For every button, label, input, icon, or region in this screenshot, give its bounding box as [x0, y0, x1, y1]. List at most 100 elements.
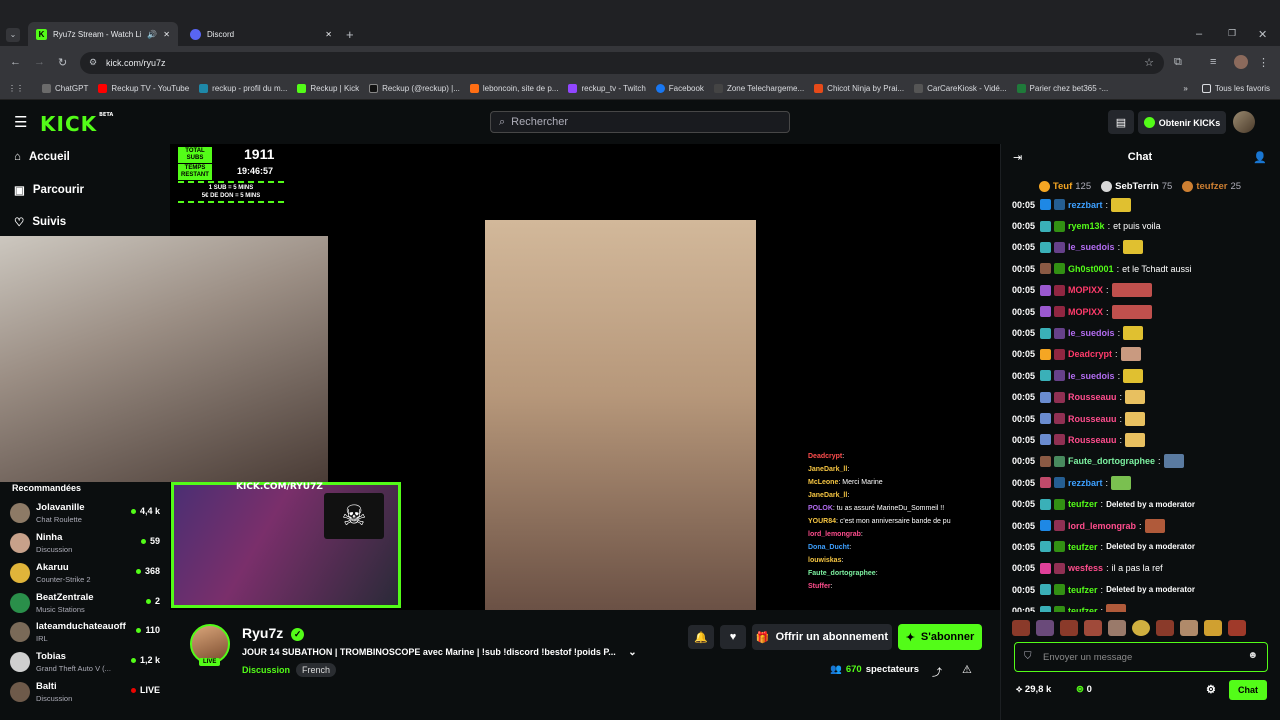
all-favorites[interactable]: Tous les favoris	[1201, 84, 1270, 93]
notification-bell-icon[interactable]: 🔔	[688, 625, 714, 649]
chat-username[interactable]: teufzer	[1068, 606, 1098, 612]
recommended-channel[interactable]: Akaruu Counter-Strike 2 368	[10, 560, 160, 588]
bookmark-kick[interactable]: Reckup | Kick	[297, 84, 359, 93]
language-tag[interactable]: French	[296, 663, 337, 677]
report-icon[interactable]: ⚠	[962, 663, 972, 676]
emote-icon[interactable]	[1180, 620, 1198, 636]
emote-icon[interactable]	[1108, 620, 1126, 636]
send-chat-button[interactable]: Chat	[1229, 680, 1267, 700]
more-bookmarks-icon[interactable]: »	[1183, 84, 1187, 93]
nav-following[interactable]: ♡ Suivis	[14, 215, 66, 229]
get-kicks-button[interactable]: Obtenir KICKs	[1138, 111, 1226, 134]
chat-username[interactable]: MOPIXX	[1068, 307, 1103, 317]
recommended-channel[interactable]: Ninha Discussion 59	[10, 530, 160, 558]
emote-icon[interactable]	[1084, 620, 1102, 636]
site-info-icon[interactable]: ⚙	[89, 57, 97, 68]
bookmark-leboncoin[interactable]: leboncoin, site de p...	[469, 84, 558, 93]
recommended-channel[interactable]: Jolavanille Chat Roulette 4,4 k	[10, 500, 160, 528]
emote-icon[interactable]	[1156, 620, 1174, 636]
channel-points[interactable]: ⟡ 29,8 k	[1016, 684, 1051, 695]
emote-icon[interactable]	[1132, 620, 1150, 636]
chat-username[interactable]: Deadcrypt	[1068, 349, 1112, 359]
bookmark-chicot[interactable]: Chicot Ninja by Prai...	[814, 84, 904, 93]
user-avatar[interactable]	[1233, 111, 1255, 133]
url-input[interactable]: ⚙ kick.com/ryu7z ☆	[80, 52, 1164, 74]
chat-username[interactable]: Faute_dortographee	[1068, 456, 1155, 466]
emote-icon[interactable]	[1012, 620, 1030, 636]
settings-gear-icon[interactable]: ⚙	[1206, 683, 1216, 696]
collapse-chat-icon[interactable]: ⇥	[1013, 151, 1022, 164]
chat-username[interactable]: le_suedois	[1068, 242, 1115, 252]
kick-logo[interactable]: KICK BETA	[40, 112, 113, 136]
recommended-channel[interactable]: Tobias Grand Theft Auto V (... 1,2 k	[10, 649, 160, 677]
tab-search-icon[interactable]: ⌄	[6, 28, 20, 42]
gifter[interactable]: teufzer 25	[1182, 178, 1241, 194]
category-link[interactable]: Discussion	[242, 665, 290, 675]
gifter[interactable]: SebTerrin 75	[1101, 178, 1172, 194]
chat-username[interactable]: rezzbart	[1068, 478, 1103, 488]
chat-username[interactable]: Rousseauu	[1068, 392, 1117, 402]
emote-icon[interactable]	[1036, 620, 1054, 636]
profile-avatar[interactable]	[1234, 55, 1248, 69]
bookmark-chatgpt[interactable]: ChatGPT	[42, 84, 88, 93]
recommended-channel[interactable]: BeatZentrale Music Stations 2	[10, 590, 160, 618]
reload-icon[interactable]: ↻	[58, 56, 67, 69]
chat-username[interactable]: rezzbart	[1068, 200, 1103, 210]
heart-icon[interactable]: ♥	[720, 625, 746, 649]
back-icon[interactable]: ←	[10, 56, 21, 68]
gift-subscription-button[interactable]: 🎁 Offrir un abonnement	[752, 624, 892, 650]
chat-username[interactable]: Rousseauu	[1068, 435, 1117, 445]
bookmark-carcare[interactable]: CarCareKiosk - Vidé...	[914, 84, 1007, 93]
chat-username[interactable]: wesfess	[1068, 563, 1103, 573]
restore-icon[interactable]: ❐	[1228, 28, 1236, 39]
bookmark-tiktok[interactable]: Reckup (@reckup) |...	[369, 84, 460, 93]
tab-media-icon[interactable]: ≡	[1210, 56, 1216, 68]
chat-username[interactable]: lord_lemongrab	[1068, 521, 1136, 531]
chat-username[interactable]: MOPIXX	[1068, 285, 1103, 295]
nav-home[interactable]: ⌂ Accueil	[14, 151, 70, 163]
chat-username[interactable]: Rousseauu	[1068, 414, 1117, 424]
emoji-icon[interactable]: ☻	[1247, 650, 1258, 661]
subscribe-button[interactable]: ✦ S'abonner	[898, 624, 982, 650]
bookmark-bet365[interactable]: Parier chez bet365 -...	[1016, 84, 1108, 93]
minimize-icon[interactable]: –	[1196, 28, 1202, 40]
chat-input[interactable]: ⛉ Envoyer un message ☻	[1014, 642, 1268, 672]
chat-username[interactable]: le_suedois	[1068, 328, 1115, 338]
share-icon[interactable]: ⤴	[932, 664, 942, 679]
bookmark-twitch[interactable]: reckup_tv - Twitch	[568, 84, 646, 93]
chat-users-icon[interactable]: 👤	[1253, 151, 1267, 164]
emote-icon[interactable]	[1204, 620, 1222, 636]
recommended-channel[interactable]: lateamduchateauoff IRL 110	[10, 619, 160, 647]
close-window-icon[interactable]: ✕	[1258, 28, 1267, 41]
emote-icon[interactable]	[1060, 620, 1078, 636]
close-tab-icon[interactable]: ✕	[325, 30, 332, 39]
menu-icon[interactable]: ⋮	[1258, 56, 1269, 69]
streamer-name[interactable]: Ryu7z ✓	[242, 625, 305, 641]
chat-username[interactable]: teufzer	[1068, 499, 1098, 509]
bookmark-star-icon[interactable]: ☆	[1144, 56, 1154, 69]
nav-browse[interactable]: ▣ Parcourir	[14, 183, 84, 197]
chevron-down-icon[interactable]: ⌄	[628, 647, 636, 658]
chat-username[interactable]: Gh0st0001	[1068, 264, 1114, 274]
library-icon[interactable]: ▤	[1108, 110, 1134, 134]
chat-username[interactable]: teufzer	[1068, 585, 1098, 595]
bookmark-profile[interactable]: reckup - profil du m...	[199, 84, 287, 93]
new-tab-icon[interactable]: +	[346, 27, 354, 42]
emote-icon[interactable]	[1228, 620, 1246, 636]
tab-kick-stream[interactable]: K Ryu7z Stream - Watch Live 🔊 ✕	[28, 22, 178, 46]
search-input[interactable]: ⌕ Rechercher	[490, 111, 790, 133]
kicks-balance[interactable]: ⊛ 0	[1076, 684, 1092, 695]
chat-username[interactable]: le_suedois	[1068, 371, 1115, 381]
forward-icon[interactable]: →	[34, 56, 45, 68]
tab-discord[interactable]: Discord ✕	[182, 22, 340, 46]
gifter[interactable]: Teuf 125	[1038, 178, 1091, 194]
bookmark-youtube[interactable]: Reckup TV - YouTube	[98, 84, 189, 93]
close-tab-icon[interactable]: ✕	[163, 30, 170, 39]
chat-username[interactable]: ryem13k	[1068, 221, 1105, 231]
extensions-icon[interactable]: ⧉	[1174, 56, 1182, 69]
bookmark-facebook[interactable]: Facebook	[655, 84, 704, 93]
hamburger-menu-icon[interactable]: ☰	[14, 113, 27, 131]
recommended-channel[interactable]: Balti Discussion LIVE	[10, 679, 160, 707]
apps-icon[interactable]: ⋮⋮	[8, 84, 24, 93]
bookmark-zone[interactable]: Zone Telechargeme...	[713, 84, 804, 93]
